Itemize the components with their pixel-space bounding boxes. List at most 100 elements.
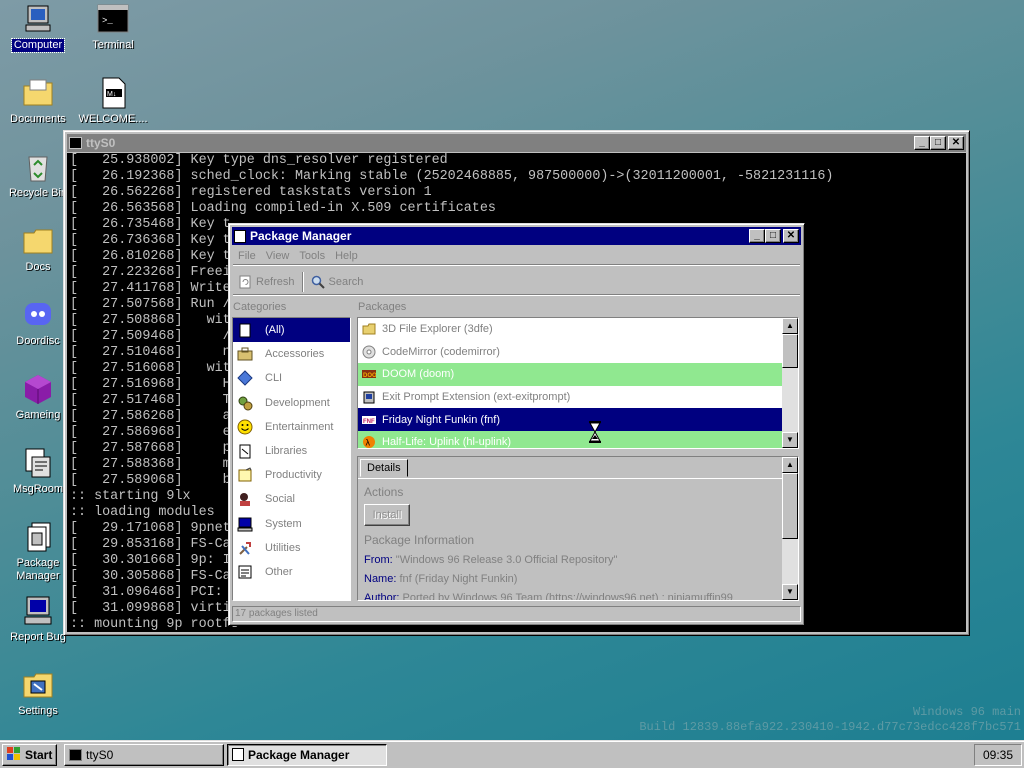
libraries-icon [237,443,253,459]
desktop-icon-label: Computer [10,38,66,53]
package-label: CodeMirror (codemirror) [382,345,500,358]
package-manager-titlebar[interactable]: Package Manager _ □ ✕ [232,227,801,245]
task-button-ttys0[interactable]: ttyS0 [64,743,224,766]
details-scrollbar[interactable]: ▲ ▼ [782,457,798,600]
package-manager-window[interactable]: Package Manager _ □ ✕ File View Tools He… [228,223,805,626]
desktop-icon-label: WELCOME.... [78,113,148,125]
scroll-thumb[interactable] [782,473,798,539]
category-all[interactable]: (All) [233,318,350,343]
recycle-bin-icon [22,151,54,183]
category-system[interactable]: System [233,512,350,536]
close-button[interactable]: ✕ [948,136,964,150]
desktop-icon-label: Report Bug [10,631,66,643]
package-row[interactable]: λ Half-Life: Uplink (hl-uplink) [358,430,782,448]
terminal-window-icon [69,137,82,149]
from-label: From: [364,554,393,566]
start-label: Start [25,747,53,762]
category-other[interactable]: Other [233,560,350,584]
desktop-icon-documents[interactable]: Documents [0,77,76,126]
package-manager-icon [22,521,54,553]
name-label: Name: [364,573,397,585]
desktop-icon-label: Recycle Bin [8,187,68,199]
start-button[interactable]: Start [2,743,57,766]
package-manager-icon [232,748,244,761]
svg-text:M↓: M↓ [107,91,116,98]
minimize-button[interactable]: _ [914,136,930,150]
category-label: Productivity [265,469,322,482]
category-development[interactable]: Development [233,391,350,415]
category-utilities[interactable]: Utilities [233,536,350,560]
desktop-icon-label: Terminal [92,39,134,51]
refresh-label: Refresh [256,275,295,288]
package-row[interactable]: FNF Friday Night Funkin (fnf) [358,408,782,431]
menu-file[interactable]: File [233,250,261,262]
category-social[interactable]: Social [233,487,350,511]
terminal-title: ttyS0 [86,136,116,150]
terminal-line: [ 26.192368] sched_clock: Marking stable… [70,169,834,184]
category-label: Social [265,493,295,506]
refresh-button[interactable]: Refresh [233,271,300,293]
details-panel: Details Actions Install Package Informat… [357,456,799,601]
tab-details[interactable]: Details [360,459,408,477]
package-label: DOOM (doom) [382,368,455,381]
folder-icon [22,225,54,257]
package-row[interactable]: CodeMirror (codemirror) [358,341,782,364]
install-button[interactable]: Install [364,504,410,526]
menu-help[interactable]: Help [330,250,363,262]
menu-bar: File View Tools Help [233,247,800,265]
desktop-icon-label: Documents [10,113,66,125]
desktop-icon-welcome[interactable]: M↓ WELCOME.... [75,77,151,126]
accessories-icon [237,346,253,362]
terminal-line: [ 26.562268] registered taskstats versio… [70,185,432,200]
minimize-button[interactable]: _ [749,229,765,243]
desktop-icon-computer[interactable]: Computer [0,3,76,53]
windows-logo-icon [7,746,21,763]
fnf-icon: FNF [362,413,376,427]
category-accessories[interactable]: Accessories [233,342,350,366]
toolbar: Refresh Search [233,269,800,295]
scroll-down-button[interactable]: ▼ [782,432,798,448]
desktop-icon-terminal[interactable]: >_ Terminal [75,3,151,52]
category-entertainment[interactable]: Entertainment [233,415,350,439]
maximize-button[interactable]: □ [930,136,946,150]
category-libraries[interactable]: Libraries [233,439,350,463]
category-label: Utilities [265,541,301,554]
name-value: fnf (Friday Night Funkin) [399,573,518,585]
maximize-button[interactable]: □ [765,229,781,243]
scroll-down-button[interactable]: ▼ [782,584,798,600]
scroll-up-button[interactable]: ▲ [782,457,798,473]
task-button-package-manager[interactable]: Package Manager [227,743,387,766]
category-label: Libraries [265,445,308,458]
menu-view[interactable]: View [261,250,295,262]
package-row[interactable]: Exit Prompt Extension (ext-exitprompt) [358,386,782,409]
category-list[interactable]: (All) Accessories CLI Development Entert… [232,317,351,601]
halflife-icon: λ [362,435,376,448]
utilities-icon [237,540,253,556]
scroll-up-button[interactable]: ▲ [782,318,798,334]
toolbar-separator [301,271,304,292]
productivity-icon [237,467,253,483]
terminal-titlebar[interactable]: ttyS0 _ □ ✕ [67,134,966,152]
close-button[interactable]: ✕ [783,229,799,243]
category-productivity[interactable]: Productivity [233,463,350,487]
menu-tools[interactable]: Tools [294,250,330,262]
category-cli[interactable]: CLI [233,366,350,390]
category-label: Other [265,565,293,578]
terminal-line: [ 26.563568] Loading compiled-in X.509 c… [70,201,496,216]
package-info-heading: Package Information [364,533,475,547]
desktop-icon-settings[interactable]: Settings [0,669,76,718]
scroll-thumb[interactable] [782,334,798,368]
folder-documents-icon [22,77,54,109]
clock[interactable]: 09:35 [974,744,1022,766]
package-list[interactable]: 3D File Explorer (3dfe) CodeMirror (code… [357,317,799,449]
search-button[interactable]: Search [306,271,369,293]
package-row[interactable]: DOOM DOOM (doom) [358,363,782,386]
package-row[interactable]: 3D File Explorer (3dfe) [358,318,782,341]
info-row-name: Name: fnf (Friday Night Funkin) [364,570,776,589]
smiley-icon [237,419,253,435]
package-list-scrollbar[interactable]: ▲ ▼ [782,318,798,448]
details-body: Actions Install Package Information From… [358,478,782,600]
svg-text:FNF: FNF [363,419,375,425]
desktop-icon-label: Doordisc [16,335,60,347]
categories-heading: Categories [233,301,287,313]
